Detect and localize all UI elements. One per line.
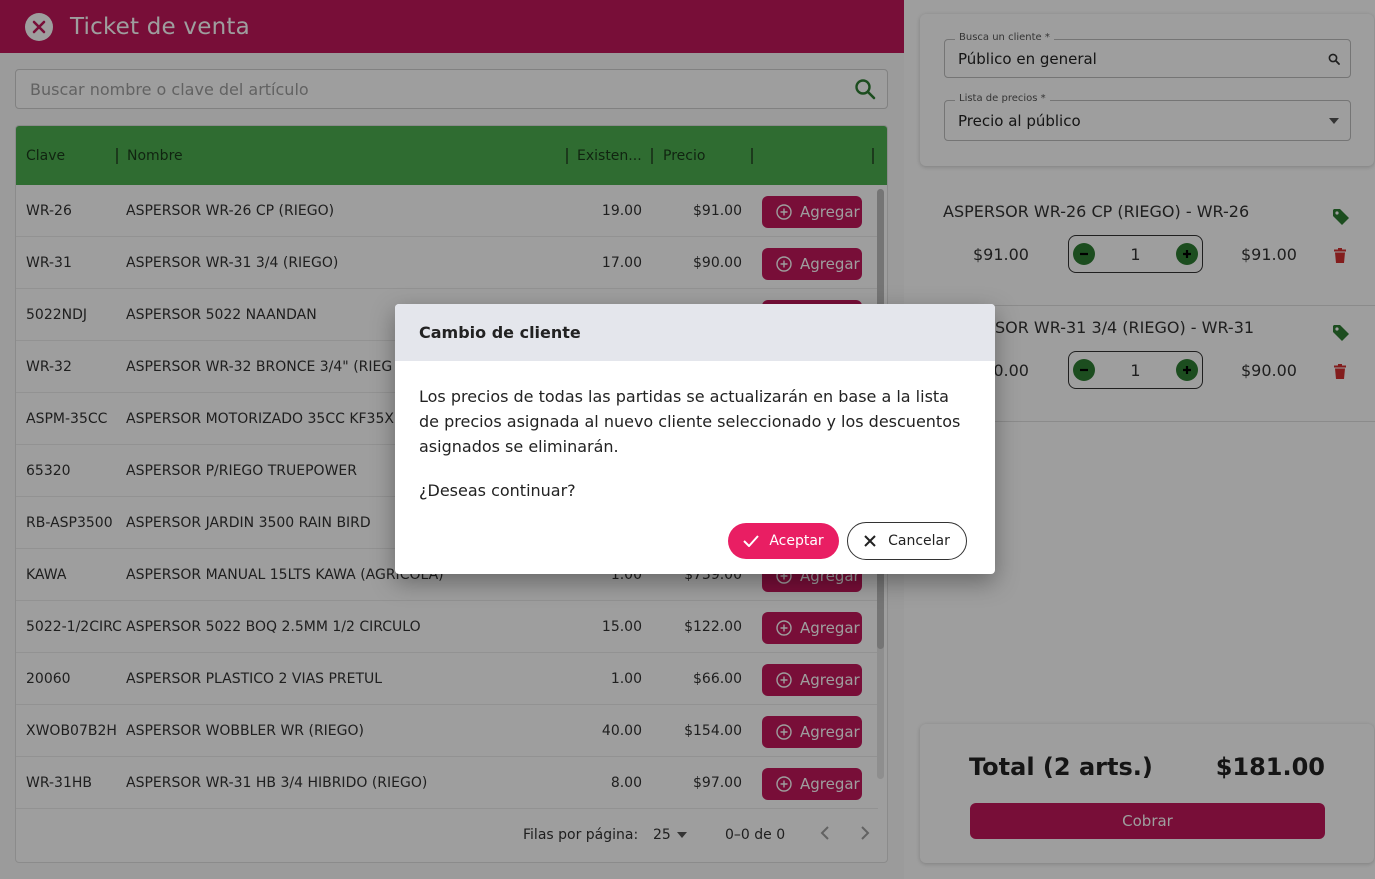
dialog-message: Los precios de todas las partidas se act… <box>419 387 961 456</box>
close-icon <box>864 535 876 547</box>
change-client-dialog: Cambio de cliente Los precios de todas l… <box>395 304 995 574</box>
accept-button-label: Aceptar <box>769 533 824 549</box>
check-icon <box>743 535 760 547</box>
dialog-question: ¿Deseas continuar? <box>419 481 576 500</box>
accept-button[interactable]: Aceptar <box>728 523 839 559</box>
cancel-button-label: Cancelar <box>888 533 950 549</box>
dialog-title: Cambio de cliente <box>395 304 995 361</box>
cancel-button[interactable]: Cancelar <box>847 522 967 560</box>
